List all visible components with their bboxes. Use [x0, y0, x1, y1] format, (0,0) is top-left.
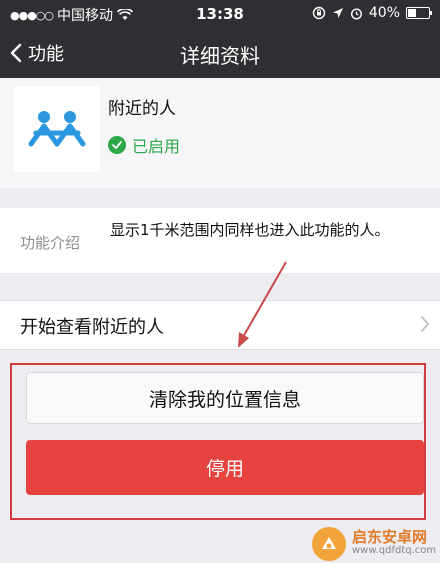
watermark-text: 启东安卓网 www.qdfdtq.com [352, 530, 436, 558]
location-arrow-icon [332, 8, 343, 18]
nav-bar: 功能 详细资料 [0, 28, 440, 78]
start-viewing-row[interactable]: 开始查看附近的人 [0, 300, 440, 350]
start-viewing-label: 开始查看附近的人 [20, 317, 164, 338]
people-nearby-icon [28, 111, 86, 147]
page-title: 详细资料 [180, 44, 260, 68]
battery-icon [406, 7, 432, 19]
status-bar: ●●●○○ 中国移动 13:38 40% [0, 0, 440, 28]
intro-row: 功能介绍 显示1千米范围内同样也进入此功能的人。 [0, 208, 440, 273]
watermark-brand: 启东安卓网 [352, 528, 428, 546]
rotation-lock-icon [312, 6, 326, 20]
intro-text: 显示1千米范围内同样也进入此功能的人。 [110, 221, 390, 239]
watermark-url: www.qdfdtq.com [352, 545, 437, 556]
intro-label: 功能介绍 [20, 234, 81, 252]
clear-location-button[interactable]: 清除我的位置信息 [26, 372, 424, 424]
watermark-logo-icon [312, 527, 346, 561]
feature-status: 已启用 [108, 133, 180, 157]
watermark: 启东安卓网 www.qdfdtq.com [312, 526, 436, 562]
feature-profile: 附近的人 已启用 [0, 78, 440, 188]
status-right: 40% [312, 5, 432, 21]
feature-status-label: 已启用 [132, 137, 181, 156]
check-circle-icon [108, 136, 126, 154]
battery-percent: 40% [368, 5, 400, 21]
disable-button[interactable]: 停用 [26, 440, 424, 495]
feature-name: 附近的人 [108, 99, 176, 119]
chevron-right-icon [421, 316, 429, 332]
feature-icon-box [14, 86, 100, 172]
alarm-icon [350, 7, 362, 20]
